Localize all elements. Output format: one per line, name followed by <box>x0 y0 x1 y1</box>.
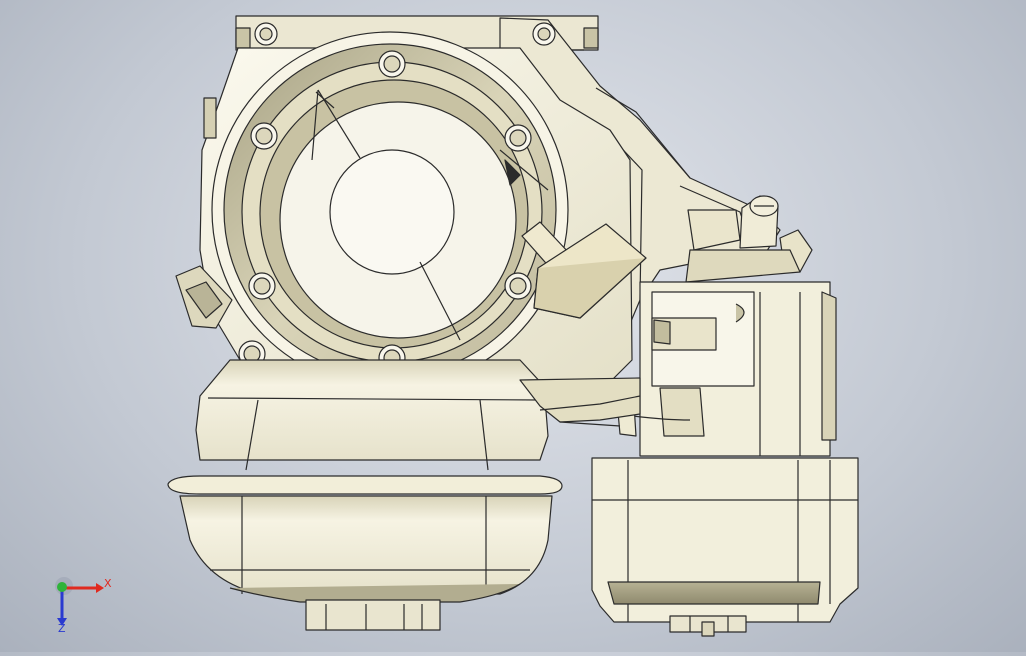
right-gear-block <box>591 457 859 637</box>
z-axis-label: Z <box>58 622 66 635</box>
gearbox-model[interactable] <box>0 0 1026 652</box>
left-tank <box>167 359 563 631</box>
coordinate-triad: X Z <box>48 570 118 640</box>
y-axis-point <box>57 582 67 592</box>
x-axis-label: X <box>104 577 112 590</box>
x-axis-arrowhead <box>96 583 104 593</box>
cad-viewport[interactable]: X Z <box>0 0 1026 652</box>
